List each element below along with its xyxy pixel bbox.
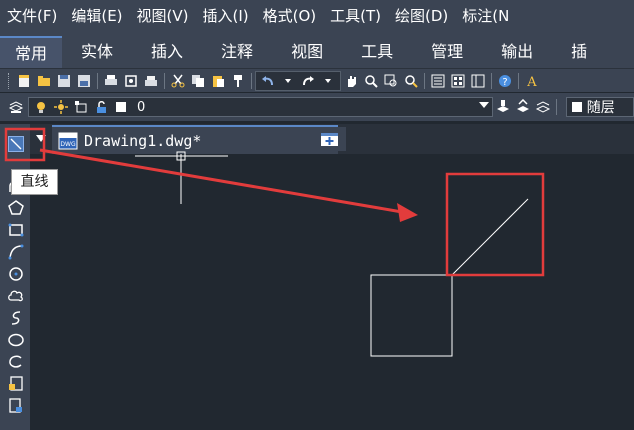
- cad-application-window: 文件(F) 编辑(E) 视图(V) 插入(I) 格式(O) 工具(T) 绘图(D…: [0, 0, 634, 430]
- annotation-arrow-shaft: [39, 148, 403, 214]
- canvas-overlay: [4, 127, 545, 357]
- tooltip-line-tool: 直线: [11, 169, 58, 195]
- drawn-line[interactable]: [451, 198, 529, 276]
- drawn-line-highlight-box: [445, 172, 545, 277]
- line-tool-highlight-box: [4, 127, 46, 162]
- drawn-square[interactable]: [370, 274, 453, 357]
- annotation-arrow-head: [397, 203, 418, 222]
